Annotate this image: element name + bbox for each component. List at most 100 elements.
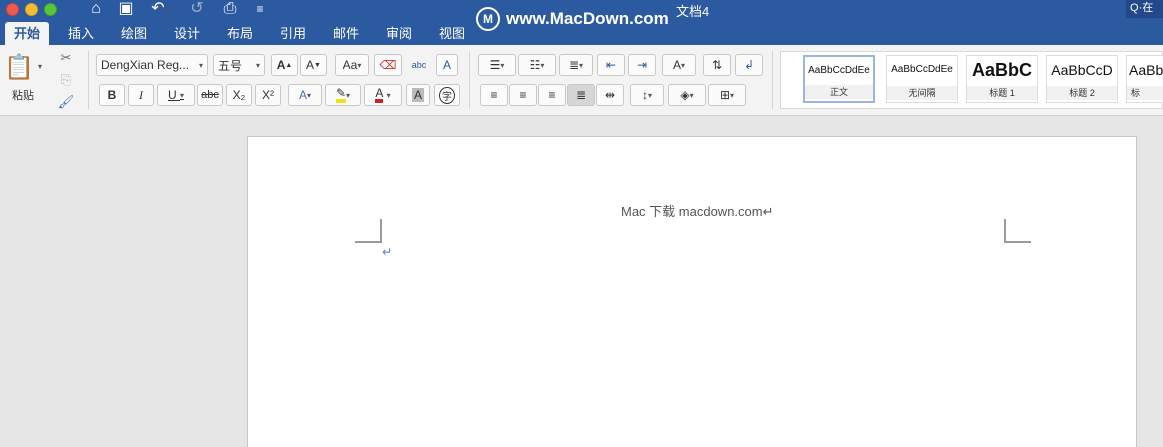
grow-font-button[interactable]: A ▲ xyxy=(271,54,298,76)
underline-button[interactable]: U ▾ xyxy=(157,84,195,106)
align-right-icon: ≡ xyxy=(548,88,556,102)
document-page[interactable]: Mac 下载 macdown.com↵ ↵ xyxy=(247,136,1137,447)
show-marks-button[interactable]: ↲ xyxy=(735,54,763,76)
tab-design[interactable]: 设计 xyxy=(165,22,209,45)
top-left-margin-mark xyxy=(355,219,382,243)
paste-dropdown-icon[interactable]: ▾ xyxy=(34,59,46,73)
change-case-button[interactable]: Aa ▾ xyxy=(335,54,369,76)
font-name-value: DengXian Reg... xyxy=(101,58,190,72)
style-no-spacing[interactable]: AaBbCcDdEe 无间隔 xyxy=(886,55,958,103)
strikethrough-button[interactable]: abc xyxy=(197,84,223,106)
superscript-button[interactable]: X² xyxy=(255,84,281,106)
align-center-button[interactable]: ≡ xyxy=(509,84,537,106)
tab-layout[interactable]: 布局 xyxy=(218,22,262,45)
close-window-button[interactable] xyxy=(6,3,19,16)
document-text[interactable]: Mac 下载 macdown.com↵ xyxy=(621,201,773,220)
align-left-button[interactable]: ≡ xyxy=(480,84,508,106)
highlighter-icon: ✎ xyxy=(335,87,347,103)
paint-bucket-icon: ◈ xyxy=(680,88,690,102)
char-border-button[interactable]: A xyxy=(436,54,458,76)
increase-indent-icon: ⇥ xyxy=(636,58,648,72)
font-color-button[interactable]: A ▾ xyxy=(364,84,402,106)
watermark: M www.MacDown.com xyxy=(476,5,669,33)
paste-icon[interactable]: 📋 xyxy=(4,51,34,83)
italic-icon: I xyxy=(139,87,143,102)
tab-home[interactable]: 开始 xyxy=(5,22,49,45)
distributed-icon: ⇹ xyxy=(604,88,616,102)
numbering-button[interactable]: ☷ ▾ xyxy=(518,54,556,76)
print-icon[interactable]: ⎙ xyxy=(219,0,241,20)
align-right-button[interactable]: ≡ xyxy=(538,84,566,106)
sort-button[interactable]: ⇅ xyxy=(703,54,731,76)
style-heading-3[interactable]: AaBb 标 xyxy=(1126,55,1163,103)
document-area[interactable]: Mac 下载 macdown.com↵ ↵ xyxy=(0,116,1163,447)
cut-icon[interactable]: ✂ xyxy=(57,49,75,67)
tab-mailings[interactable]: 邮件 xyxy=(324,22,368,45)
copy-icon[interactable]: ⎘ xyxy=(57,71,75,89)
bold-button[interactable]: B xyxy=(99,84,125,106)
maximize-window-button[interactable] xyxy=(44,3,57,16)
style-sample: AaBbCcD xyxy=(1051,62,1113,78)
bullets-icon: ☰ xyxy=(489,58,501,72)
justify-button[interactable]: ≣ xyxy=(567,84,595,106)
tab-view[interactable]: 视图 xyxy=(430,22,474,45)
paste-label: 粘贴 xyxy=(12,90,34,102)
home-icon[interactable]: ⌂ xyxy=(86,0,106,20)
undo-icon[interactable]: ↶▾ xyxy=(146,0,174,20)
text-direction-button[interactable]: A ▾ xyxy=(662,54,696,76)
font-size-select[interactable]: 五号 ▾ xyxy=(213,54,265,76)
char-shading-button[interactable]: A xyxy=(406,84,430,106)
style-sample: AaBb xyxy=(1129,62,1163,78)
separator xyxy=(88,51,89,109)
style-sample: AaBbCcDdEe xyxy=(808,65,870,76)
redo-icon[interactable]: ↺ xyxy=(187,0,207,20)
enclose-char-icon: 字 xyxy=(439,86,455,104)
increase-indent-button[interactable]: ⇥ xyxy=(628,54,656,76)
save-icon[interactable]: ▣ xyxy=(116,0,136,20)
italic-button[interactable]: I xyxy=(128,84,154,106)
search-button[interactable]: Q·在 xyxy=(1126,0,1163,18)
text-direction-icon: A xyxy=(672,58,681,72)
shading-button[interactable]: ◈ ▾ xyxy=(668,84,706,106)
top-right-margin-mark xyxy=(1004,219,1031,243)
clear-format-button[interactable]: ⌫ xyxy=(374,54,402,76)
paragraph-mark[interactable]: ↵ xyxy=(382,245,392,259)
shrink-font-icon: A xyxy=(306,58,315,72)
line-spacing-button[interactable]: ↕ ▾ xyxy=(630,84,664,106)
tab-review[interactable]: 审阅 xyxy=(377,22,421,45)
customize-icon[interactable]: ≡ xyxy=(252,0,268,20)
style-heading-2[interactable]: AaBbCcD 标题 2 xyxy=(1046,55,1118,103)
distributed-button[interactable]: ⇹ xyxy=(596,84,624,106)
numbering-icon: ☷ xyxy=(529,58,541,72)
decrease-indent-icon: ⇤ xyxy=(605,58,617,72)
minimize-window-button[interactable] xyxy=(25,3,38,16)
tab-draw[interactable]: 绘图 xyxy=(112,22,156,45)
tab-references[interactable]: 引用 xyxy=(271,22,315,45)
bullets-button[interactable]: ☰ ▾ xyxy=(478,54,516,76)
style-name: 标题 2 xyxy=(1047,86,1117,100)
format-painter-icon[interactable]: 🖌 xyxy=(57,93,75,111)
text-effects-button[interactable]: A ▾ xyxy=(288,84,322,106)
subscript-button[interactable]: X₂ xyxy=(226,84,252,106)
justify-icon: ≣ xyxy=(575,88,587,102)
tab-insert[interactable]: 插入 xyxy=(59,22,103,45)
font-name-select[interactable]: DengXian Reg... ▾ xyxy=(96,54,208,76)
grow-font-icon: A xyxy=(276,58,286,72)
style-normal[interactable]: AaBbCcDdEe 正文 xyxy=(803,55,875,103)
phonetic-guide-button[interactable]: abc xyxy=(405,54,433,76)
document-title: 文档4 xyxy=(676,4,710,19)
superscript-icon: X² xyxy=(262,88,274,102)
style-heading-1[interactable]: AaBbC 标题 1 xyxy=(966,55,1038,103)
multilevel-list-button[interactable]: ≣ ▾ xyxy=(559,54,593,76)
style-name: 标 xyxy=(1127,86,1163,100)
watermark-logo: M xyxy=(476,7,500,31)
bold-icon: B xyxy=(107,88,117,102)
shrink-font-button[interactable]: A ▼ xyxy=(300,54,327,76)
borders-button[interactable]: ⊞ ▾ xyxy=(708,84,746,106)
align-center-icon: ≡ xyxy=(519,88,527,102)
font-size-value: 五号 xyxy=(218,58,243,73)
decrease-indent-button[interactable]: ⇤ xyxy=(597,54,625,76)
highlight-button[interactable]: ✎ ▾ xyxy=(325,84,361,106)
strikethrough-icon: abc xyxy=(201,89,219,101)
enclose-char-button[interactable]: 字 xyxy=(434,84,460,106)
